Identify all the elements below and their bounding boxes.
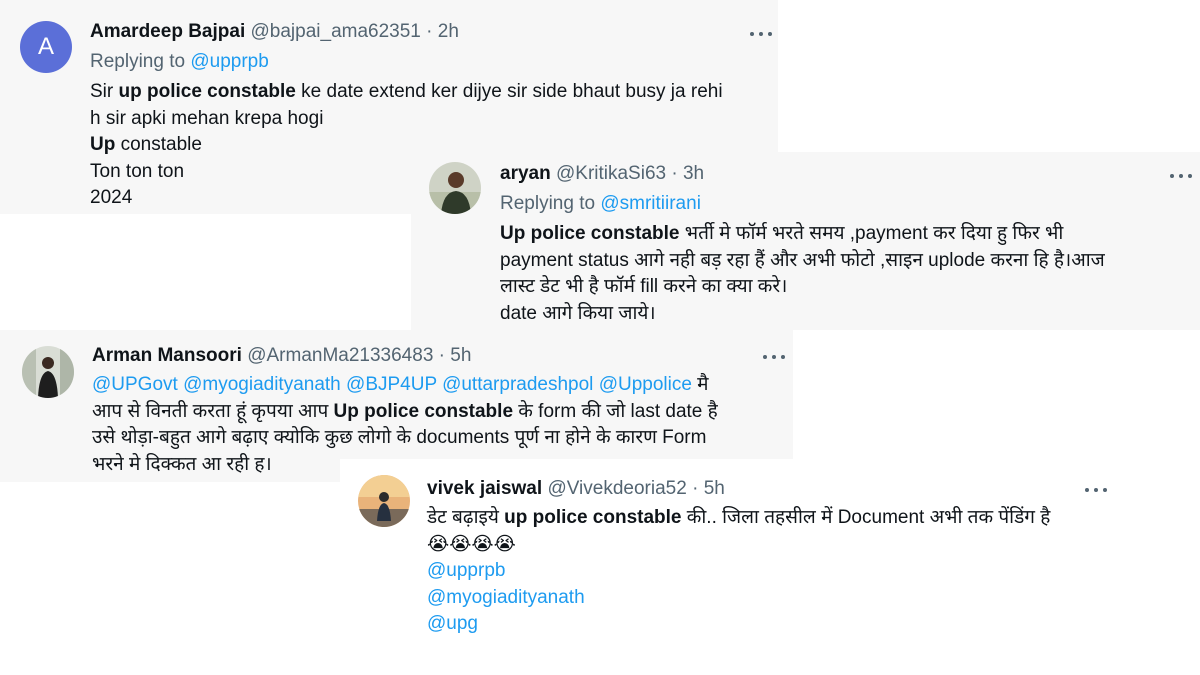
- replying-to: Replying to @upprpb: [90, 51, 269, 72]
- author-name[interactable]: Arman Mansoori: [92, 345, 242, 366]
- author-handle[interactable]: @ArmanMa21336483: [247, 345, 433, 366]
- timestamp[interactable]: 5h: [704, 478, 725, 499]
- mention-link[interactable]: @upprpb: [190, 51, 268, 72]
- tweet-header: aryan @KritikaSi63 · 3h: [500, 163, 704, 185]
- timestamp[interactable]: 3h: [683, 163, 704, 184]
- more-options-icon[interactable]: [763, 352, 785, 362]
- author-name[interactable]: Amardeep Bajpai: [90, 21, 245, 42]
- avatar-aryan[interactable]: [429, 162, 481, 214]
- more-options-icon[interactable]: [1085, 485, 1107, 495]
- mention-link[interactable]: @UPGovt: [92, 374, 178, 395]
- author-handle[interactable]: @KritikaSi63: [556, 163, 666, 184]
- tweet-text: डेट बढ़ाइये up police constable की.. जिल…: [427, 505, 1117, 638]
- tweet-text: Up police constable भर्ती मे फॉर्म भरते …: [500, 223, 1105, 324]
- separator-dot: ·: [692, 478, 699, 499]
- more-options-icon[interactable]: [750, 29, 772, 39]
- separator-dot: ·: [426, 21, 433, 42]
- replying-to: Replying to @smritiirani: [500, 193, 701, 214]
- avatar-amardeep[interactable]: A: [20, 21, 72, 73]
- crying-emoji: 😭😭😭😭: [427, 533, 516, 555]
- avatar-vivek[interactable]: [358, 475, 410, 527]
- mention-link[interactable]: @smritiirani: [600, 193, 701, 214]
- mention-link[interactable]: @myogiadityanath: [427, 585, 1117, 612]
- author-handle[interactable]: @bajpai_ama62351: [251, 21, 421, 42]
- separator-dot: ·: [671, 163, 678, 184]
- separator-dot: ·: [438, 345, 445, 366]
- author-name[interactable]: vivek jaiswal: [427, 478, 542, 499]
- avatar-arman[interactable]: [22, 346, 74, 398]
- tweet-header: vivek jaiswal @Vivekdeoria52 · 5h: [427, 478, 725, 500]
- mention-link[interactable]: @BJP4UP: [346, 374, 437, 395]
- timestamp[interactable]: 5h: [450, 345, 471, 366]
- author-handle[interactable]: @Vivekdeoria52: [547, 478, 686, 499]
- mention-link[interactable]: @Uppolice: [599, 374, 692, 395]
- tweet-header: Amardeep Bajpai @bajpai_ama62351 · 2h: [90, 21, 459, 43]
- tweet-header: Arman Mansoori @ArmanMa21336483 · 5h: [92, 345, 471, 367]
- tweet-card-vivek[interactable]: vivek jaiswal @Vivekdeoria52 · 5h डेट बढ…: [340, 459, 1125, 649]
- tweet-card-aryan[interactable]: aryan @KritikaSi63 · 3h Replying to @smr…: [411, 152, 1200, 330]
- mention-link[interactable]: @upprpb: [427, 558, 1117, 585]
- author-name[interactable]: aryan: [500, 163, 551, 184]
- more-options-icon[interactable]: [1170, 171, 1192, 181]
- mention-link[interactable]: @uttarpradeshpol: [442, 374, 593, 395]
- timestamp[interactable]: 2h: [438, 21, 459, 42]
- mention-link[interactable]: @upg: [427, 611, 1117, 638]
- mention-link[interactable]: @myogiadityanath: [183, 374, 341, 395]
